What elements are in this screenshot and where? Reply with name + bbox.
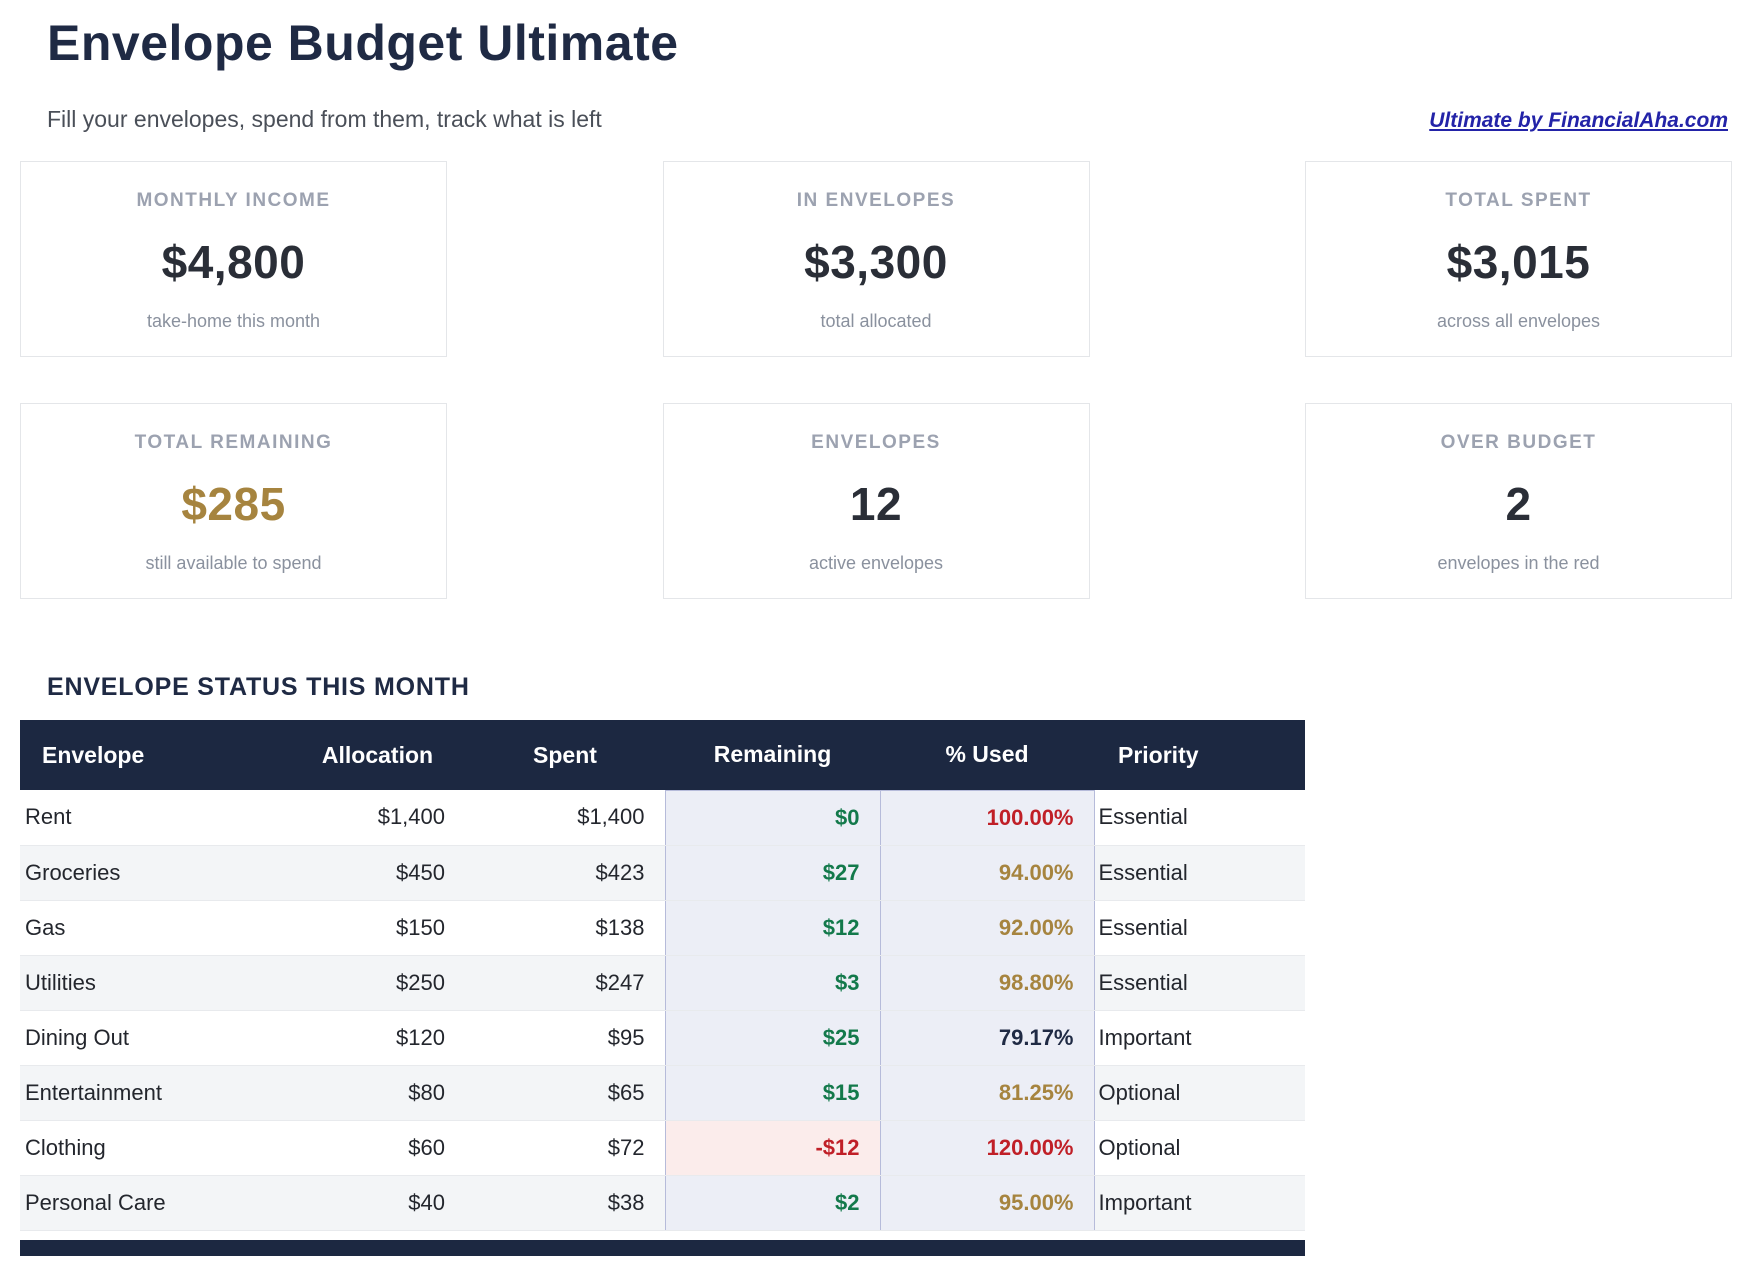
envelope-name-cell: Rent: [20, 790, 290, 845]
next-table-header-partial: [20, 1240, 1305, 1256]
remaining-cell: $3: [665, 955, 880, 1010]
stat-card-sub: total allocated: [820, 311, 931, 332]
envelope-name-cell: Gas: [20, 900, 290, 955]
envelope-name-cell: Dining Out: [20, 1010, 290, 1065]
priority-cell: Optional: [1094, 1065, 1305, 1120]
envelope-name-cell: Entertainment: [20, 1065, 290, 1120]
pct-used-cell: 100.00%: [880, 790, 1094, 845]
stat-card-over-budget: OVER BUDGET 2 envelopes in the red: [1305, 403, 1732, 599]
stat-card-sub: envelopes in the red: [1437, 553, 1599, 574]
priority-cell: Important: [1094, 1175, 1305, 1230]
priority-cell: Essential: [1094, 790, 1305, 845]
envelope-row[interactable]: Rent$1,400$1,400$0100.00%Essential: [20, 790, 1305, 845]
stat-card-total-spent: TOTAL SPENT $3,015 across all envelopes: [1305, 161, 1732, 357]
stat-card-sub: across all envelopes: [1437, 311, 1600, 332]
spent-cell: $247: [465, 955, 665, 1010]
envelope-name-cell: Clothing: [20, 1120, 290, 1175]
stat-card-value: $285: [181, 477, 285, 531]
allocation-cell: $40: [290, 1175, 465, 1230]
spent-cell: $423: [465, 845, 665, 900]
pct-used-cell: 98.80%: [880, 955, 1094, 1010]
allocation-cell: $80: [290, 1065, 465, 1120]
envelope-row[interactable]: Dining Out$120$95$2579.17%Important: [20, 1010, 1305, 1065]
allocation-cell: $120: [290, 1010, 465, 1065]
priority-cell: Essential: [1094, 955, 1305, 1010]
spent-cell: $138: [465, 900, 665, 955]
stat-card-label: TOTAL SPENT: [1445, 190, 1591, 212]
stat-card-label: ENVELOPES: [811, 432, 941, 454]
subtitle-row: Fill your envelopes, spend from them, tr…: [47, 106, 1728, 133]
priority-cell: Important: [1094, 1010, 1305, 1065]
spent-cell: $38: [465, 1175, 665, 1230]
stat-card-value: $3,300: [804, 235, 948, 289]
stat-card-sub: active envelopes: [809, 553, 943, 574]
brand-link[interactable]: Ultimate by FinancialAha.com: [1429, 109, 1728, 133]
envelope-row[interactable]: Entertainment$80$65$1581.25%Optional: [20, 1065, 1305, 1120]
stat-card-label: IN ENVELOPES: [797, 190, 955, 212]
page-subtitle: Fill your envelopes, spend from them, tr…: [47, 106, 602, 133]
column-header-pct-used: % Used: [880, 720, 1094, 790]
column-header-priority: Priority: [1094, 720, 1305, 790]
allocation-cell: $150: [290, 900, 465, 955]
stat-card-label: MONTHLY INCOME: [136, 190, 330, 212]
stat-card-value: 2: [1505, 477, 1531, 531]
stat-card-in-envelopes: IN ENVELOPES $3,300 total allocated: [663, 161, 1090, 357]
budget-dashboard-page: Envelope Budget Ultimate Fill your envel…: [0, 0, 1752, 1262]
allocation-cell: $60: [290, 1120, 465, 1175]
stat-card-value: 12: [850, 477, 902, 531]
remaining-cell: $0: [665, 790, 880, 845]
envelope-row[interactable]: Clothing$60$72-$12120.00%Optional: [20, 1120, 1305, 1175]
pct-used-cell: 79.17%: [880, 1010, 1094, 1065]
allocation-cell: $250: [290, 955, 465, 1010]
stat-card-value: $4,800: [162, 235, 306, 289]
pct-used-cell: 95.00%: [880, 1175, 1094, 1230]
stat-card-monthly-income: MONTHLY INCOME $4,800 take-home this mon…: [20, 161, 447, 357]
envelope-name-cell: Personal Care: [20, 1175, 290, 1230]
remaining-cell: $25: [665, 1010, 880, 1065]
page-title: Envelope Budget Ultimate: [47, 14, 1732, 72]
priority-cell: Essential: [1094, 845, 1305, 900]
section-title-envelope-status: ENVELOPE STATUS THIS MONTH: [47, 673, 1732, 702]
stat-card-sub: still available to spend: [145, 553, 321, 574]
envelope-name-cell: Utilities: [20, 955, 290, 1010]
pct-used-cell: 120.00%: [880, 1120, 1094, 1175]
envelope-row[interactable]: Groceries$450$423$2794.00%Essential: [20, 845, 1305, 900]
spent-cell: $72: [465, 1120, 665, 1175]
pct-used-cell: 92.00%: [880, 900, 1094, 955]
stat-card-label: OVER BUDGET: [1441, 432, 1597, 454]
column-header-spent: Spent: [465, 720, 665, 790]
table-header-row: Envelope Allocation Spent Remaining % Us…: [20, 720, 1305, 790]
remaining-cell: $15: [665, 1065, 880, 1120]
pct-used-cell: 81.25%: [880, 1065, 1094, 1120]
remaining-cell: $12: [665, 900, 880, 955]
stat-card-total-remaining: TOTAL REMAINING $285 still available to …: [20, 403, 447, 599]
stat-card-envelopes-count: ENVELOPES 12 active envelopes: [663, 403, 1090, 599]
spent-cell: $95: [465, 1010, 665, 1065]
column-header-remaining: Remaining: [665, 720, 880, 790]
stat-cards-grid: MONTHLY INCOME $4,800 take-home this mon…: [20, 161, 1732, 599]
column-header-allocation: Allocation: [290, 720, 465, 790]
pct-used-cell: 94.00%: [880, 845, 1094, 900]
priority-cell: Essential: [1094, 900, 1305, 955]
column-header-envelope: Envelope: [20, 720, 290, 790]
envelope-row[interactable]: Gas$150$138$1292.00%Essential: [20, 900, 1305, 955]
envelope-row[interactable]: Utilities$250$247$398.80%Essential: [20, 955, 1305, 1010]
spent-cell: $1,400: [465, 790, 665, 845]
envelope-name-cell: Groceries: [20, 845, 290, 900]
spent-cell: $65: [465, 1065, 665, 1120]
allocation-cell: $450: [290, 845, 465, 900]
remaining-cell: -$12: [665, 1120, 880, 1175]
remaining-cell: $27: [665, 845, 880, 900]
envelope-row[interactable]: Personal Care$40$38$295.00%Important: [20, 1175, 1305, 1230]
envelope-status-table: Envelope Allocation Spent Remaining % Us…: [20, 720, 1305, 1231]
remaining-cell: $2: [665, 1175, 880, 1230]
stat-card-value: $3,015: [1447, 235, 1591, 289]
allocation-cell: $1,400: [290, 790, 465, 845]
priority-cell: Optional: [1094, 1120, 1305, 1175]
stat-card-sub: take-home this month: [147, 311, 320, 332]
stat-card-label: TOTAL REMAINING: [135, 432, 333, 454]
